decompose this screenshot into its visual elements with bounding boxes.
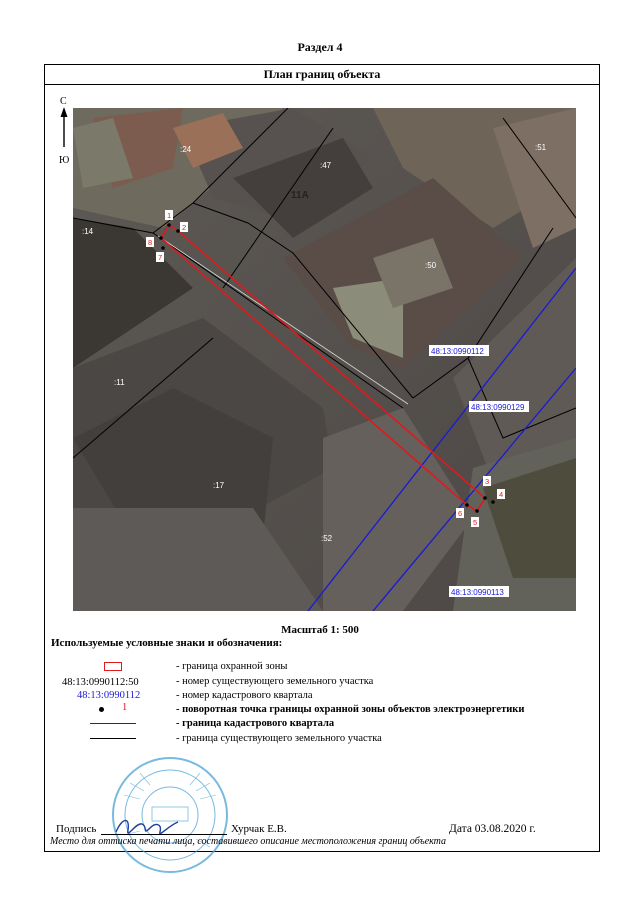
legend-title: Используемые условные знаки и обозначени…: [51, 637, 283, 649]
legend-text: - номер существующего земельного участка: [176, 676, 374, 687]
quarter-label: 48:13:0990112: [431, 347, 484, 356]
parcel-label: :17: [213, 481, 225, 490]
compass-south-label: Ю: [59, 155, 69, 165]
legend-point-number-sample: 1: [122, 702, 128, 713]
legend-text: - номер кадастрового квартала: [176, 690, 313, 701]
parcel-label: 11А: [291, 190, 309, 201]
legend-zone-symbol: [104, 662, 122, 671]
parcel-label: :51: [535, 143, 547, 152]
point-label: 6: [458, 509, 462, 518]
point-label: 4: [499, 490, 503, 499]
parcel-label: :47: [320, 161, 332, 170]
stamp-place-note: Место для оттиска печати лица, составивш…: [50, 836, 447, 847]
parcel-label: :11: [114, 378, 125, 387]
legend-point-dot: [99, 707, 104, 712]
north-arrow-icon: С Ю: [59, 96, 69, 165]
plan-title: План границ объекта: [44, 64, 600, 85]
legend-text: - граница кадастрового квартала: [176, 718, 335, 729]
signature-date: Дата 03.08.2020 г.: [449, 823, 536, 835]
signature-label: Подпись: [56, 823, 97, 835]
legend-parcel-line: [90, 738, 136, 739]
point-label: 5: [473, 518, 477, 527]
point-label: 2: [182, 223, 186, 232]
legend-text: - поворотная точка границы охранной зоны…: [176, 704, 525, 715]
map-aerial-image: :24 :47 11А :51 :14 :50 :11 :17 :52 48:1…: [73, 108, 576, 611]
legend-text: - граница существующего земельного участ…: [176, 733, 382, 744]
quarter-label: 48:13:0990129: [471, 403, 525, 412]
signature-line: [101, 834, 227, 835]
parcel-label: :24: [180, 145, 192, 154]
legend-text: - граница охранной зоны: [176, 661, 288, 672]
legend-parcel-number-sample: 48:13:0990112:50: [62, 677, 139, 688]
legend-quarter-line: [90, 723, 136, 724]
parcel-label: :14: [82, 227, 94, 236]
parcel-label: :52: [321, 534, 333, 543]
compass-north-label: С: [60, 96, 67, 107]
map-scale: Масштаб 1: 500: [281, 624, 359, 636]
point-label: 1: [167, 211, 171, 220]
point-label: 8: [148, 238, 152, 247]
quarter-label: 48:13:0990113: [451, 588, 504, 597]
point-label: 3: [485, 477, 489, 486]
signer-name: Хурчак Е.В.: [231, 823, 287, 835]
point-label: 7: [158, 253, 162, 262]
section-title: Раздел 4: [297, 40, 343, 54]
parcel-label: :50: [425, 261, 437, 270]
legend-quarter-number-sample: 48:13:0990112: [77, 690, 141, 701]
